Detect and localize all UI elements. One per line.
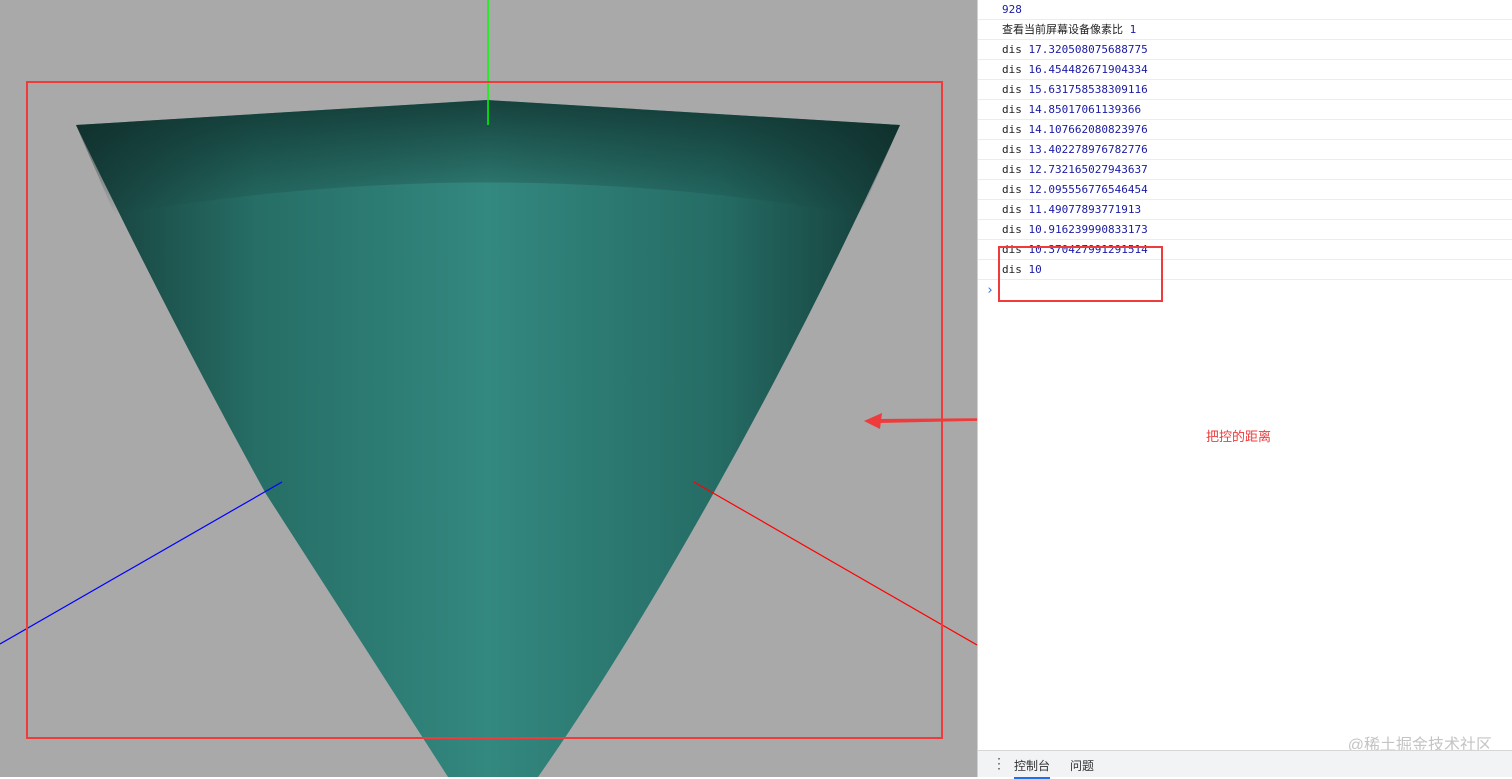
console-label: dis [1002,183,1022,196]
viewport-highlight-box [26,81,943,739]
console-line: dis 10.916239990833173 [978,220,1512,240]
console-label: dis [1002,143,1022,156]
console-label: dis [1002,43,1022,56]
console-label: dis [1002,123,1022,136]
console-line: dis 14.85017061139366 [978,100,1512,120]
console-value: 12.732165027943637 [1028,163,1148,176]
console-value: 17.320508075688775 [1028,43,1148,56]
console-log: 928 查看当前屏幕设备像素比 1 dis 17.320508075688775… [978,0,1512,280]
console-label: dis [1002,163,1022,176]
console-value: 12.095556776546454 [1028,183,1148,196]
console-line: dis 15.631758538309116 [978,80,1512,100]
console-label: dis [1002,223,1022,236]
console-value: 14.85017061139366 [1028,103,1142,116]
console-line: dis 13.402278976782776 [978,140,1512,160]
console-value: 11.49077893771913 [1028,203,1142,216]
more-options-icon[interactable]: ⋮ [992,756,1006,770]
console-prompt[interactable]: › [986,283,994,298]
console-line: dis 17.320508075688775 [978,40,1512,60]
annotation-label: 把控的距离 [1206,429,1272,444]
tab-issues[interactable]: 问题 [1070,757,1094,774]
console-label: dis [1002,83,1022,96]
console-line: 查看当前屏幕设备像素比 1 [978,20,1512,40]
console-line: dis 14.107662080823976 [978,120,1512,140]
3d-viewport[interactable] [0,0,977,777]
console-label: dis [1002,63,1022,76]
devtools-drawer-tabbar: ⋮ 控制台 问题 [978,750,1512,779]
console-label: dis [1002,103,1022,116]
console-value: 10.916239990833173 [1028,223,1148,236]
console-line: dis 16.454482671904334 [978,60,1512,80]
console-value: 928 [1002,3,1022,16]
console-label: 查看当前屏幕设备像素比 [1002,23,1123,36]
console-line: dis 12.732165027943637 [978,160,1512,180]
console-highlight-box [998,246,1163,302]
console-value: 1 [1129,23,1137,36]
console-value: 15.631758538309116 [1028,83,1148,96]
tab-console[interactable]: 控制台 [1014,757,1051,779]
console-line: 928 [978,0,1512,20]
console-value: 16.454482671904334 [1028,63,1148,76]
console-value: 13.402278976782776 [1028,143,1148,156]
console-line: dis 11.49077893771913 [978,200,1512,220]
console-line: dis 12.095556776546454 [978,180,1512,200]
console-value: 14.107662080823976 [1028,123,1148,136]
console-label: dis [1002,203,1022,216]
devtools-console-panel[interactable]: 928 查看当前屏幕设备像素比 1 dis 17.320508075688775… [977,0,1512,779]
